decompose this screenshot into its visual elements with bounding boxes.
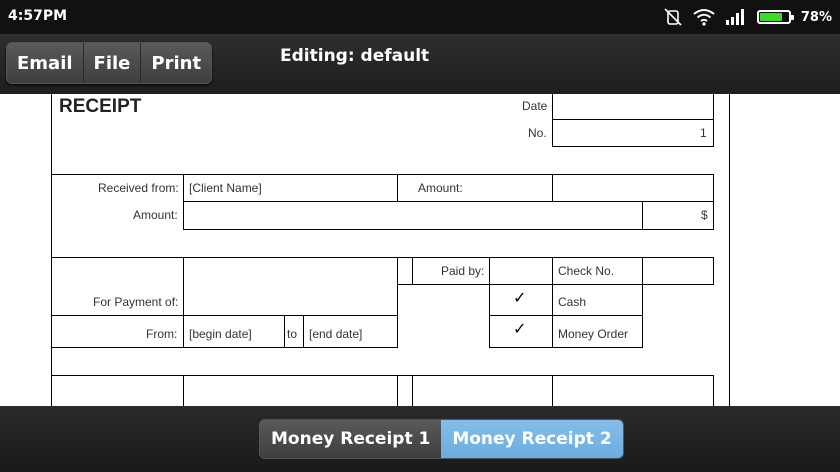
- amount-left-line: [397, 174, 398, 202]
- receipt-tabs: Money Receipt 1 Money Receipt 2: [259, 419, 624, 459]
- battery-fill: [759, 13, 782, 21]
- status-icons: 78%: [663, 6, 832, 28]
- next-col-line-3: [412, 375, 413, 406]
- begin-date-field[interactable]: [begin date]: [189, 327, 252, 341]
- battery-percent: 78%: [800, 9, 832, 25]
- end-date-field[interactable]: [end date]: [309, 327, 362, 341]
- currency-symbol: $: [701, 208, 708, 222]
- amount-label-top: Amount:: [418, 181, 463, 195]
- cash-label: Cash: [558, 295, 587, 309]
- received-from-label: Received from:: [98, 181, 179, 195]
- check-col-right: [642, 257, 643, 348]
- next-col-line-1: [183, 375, 184, 406]
- received-bottom-line: [183, 229, 714, 230]
- cash-check-mark[interactable]: ✓: [513, 288, 526, 307]
- receipt-sheet: RECEIPT Date No. 1 Received from: [Clien…: [51, 94, 730, 406]
- email-button[interactable]: Email: [7, 43, 84, 83]
- date-box-mid: [552, 119, 714, 120]
- client-name-field[interactable]: [Client Name]: [189, 181, 262, 195]
- page-title: Editing: default: [280, 46, 430, 66]
- received-mid-line: [183, 201, 714, 202]
- to-left-line: [284, 315, 285, 348]
- battery-icon: [756, 10, 794, 24]
- next-col-line-2: [397, 375, 398, 406]
- next-col-line-5: [713, 375, 714, 406]
- tab-money-receipt-2[interactable]: Money Receipt 2: [441, 420, 623, 458]
- no-value[interactable]: 1: [700, 126, 707, 140]
- no-label: No.: [528, 126, 547, 140]
- document-viewport[interactable]: RECEIPT Date No. 1 Received from: [Clien…: [0, 94, 840, 406]
- paid-by-label: Paid by:: [441, 264, 485, 278]
- check-col-mid: [552, 257, 553, 348]
- cash-bottom-line: [489, 315, 642, 316]
- date-box-bottom: [552, 146, 714, 147]
- status-bar: 4:57PM 78%: [0, 0, 840, 34]
- next-col-line-4: [552, 375, 553, 406]
- money-order-bottom-line: [489, 347, 642, 348]
- check-col-left: [489, 257, 490, 348]
- next-section-top-line: [52, 375, 714, 376]
- to-label: to: [287, 327, 298, 341]
- date-box-left: [552, 94, 553, 147]
- mute-vibrate-icon: [664, 8, 682, 26]
- received-right-line: [713, 174, 714, 230]
- print-button[interactable]: Print: [141, 43, 212, 83]
- payment-mid-line: [52, 315, 397, 316]
- receipt-title: RECEIPT: [59, 96, 142, 117]
- check-no-label: Check No.: [558, 264, 615, 278]
- action-bar: Email File Print Editing: default: [0, 34, 840, 94]
- currency-col-line: [642, 201, 643, 230]
- date-box-right: [713, 94, 714, 147]
- to-right-line: [303, 315, 304, 348]
- for-payment-label: For Payment of:: [93, 295, 179, 309]
- bottom-bar: Money Receipt 1 Money Receipt 2: [0, 406, 840, 472]
- from-bottom-line: [52, 347, 397, 348]
- checkno-right-line: [713, 257, 714, 285]
- received-col-line: [183, 174, 184, 230]
- payment-top-left: [52, 257, 397, 258]
- file-button[interactable]: File: [83, 43, 142, 83]
- status-time: 4:57PM: [8, 8, 68, 24]
- signal-icon: [725, 9, 744, 25]
- payment-right-line: [397, 257, 398, 348]
- paidby-left-line: [412, 257, 413, 285]
- tab-money-receipt-1[interactable]: Money Receipt 1: [260, 420, 442, 458]
- wifi-icon: [693, 9, 715, 26]
- date-label: Date: [522, 99, 548, 113]
- amount-label: Amount:: [133, 208, 178, 222]
- money-order-label: Money Order: [558, 327, 629, 341]
- amount-right-line: [552, 174, 553, 202]
- payment-top-right: [397, 257, 714, 258]
- payment-col-line: [183, 257, 184, 348]
- paidby-bottom-line: [397, 284, 714, 285]
- money-order-check-mark[interactable]: ✓: [513, 319, 526, 338]
- from-label: From:: [146, 327, 178, 341]
- toolbar-button-group: Email File Print: [6, 42, 213, 84]
- received-top-line: [52, 174, 714, 175]
